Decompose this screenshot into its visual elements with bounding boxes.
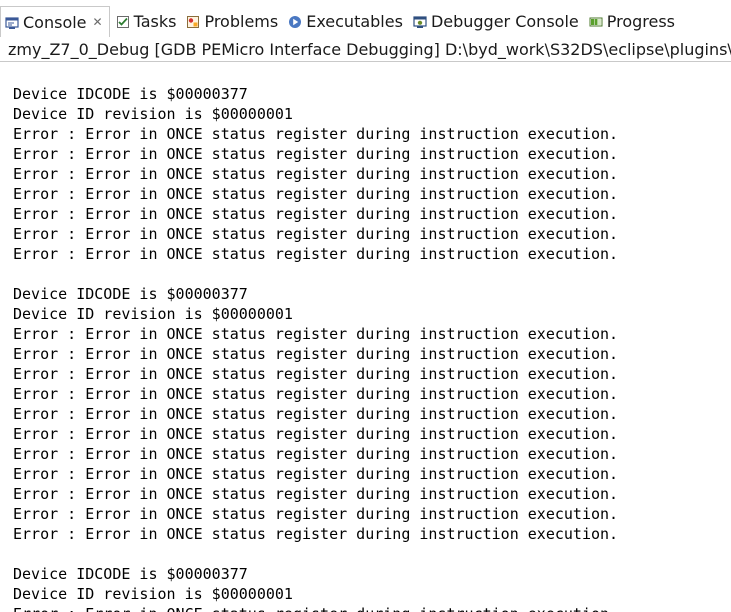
- console-line: Device IDCODE is $00000377: [13, 565, 248, 583]
- tab-label: Console: [23, 12, 87, 32]
- console-line: Error : Error in ONCE status register du…: [13, 385, 619, 403]
- console-line: Error : Error in ONCE status register du…: [13, 165, 619, 183]
- close-icon[interactable]: ✕: [93, 15, 103, 29]
- tab-progress[interactable]: Progress: [589, 6, 681, 36]
- tab-tasks[interactable]: Tasks: [116, 6, 183, 36]
- problems-icon: [186, 14, 200, 28]
- console-line: Error : Error in ONCE status register du…: [13, 345, 619, 363]
- tab-label: Debugger Console: [430, 11, 579, 31]
- console-line: Error : Error in ONCE status register du…: [13, 425, 619, 443]
- tab-console[interactable]: Console ✕: [0, 6, 110, 37]
- tab-debugger-console[interactable]: Debugger Console: [413, 6, 585, 36]
- tab-label: Problems: [204, 11, 279, 31]
- console-line: Device ID revision is $00000001: [13, 105, 293, 123]
- tab-problems[interactable]: Problems: [186, 6, 284, 36]
- console-line: Error : Error in ONCE status register du…: [13, 485, 619, 503]
- console-line: Error : Error in ONCE status register du…: [13, 205, 619, 223]
- tab-executables[interactable]: Executables: [288, 6, 409, 36]
- console-line: Error : Error in ONCE status register du…: [13, 365, 619, 383]
- console-line: Error : Error in ONCE status register du…: [13, 445, 619, 463]
- console-icon: [5, 15, 19, 29]
- console-line: Error : Error in ONCE status register du…: [13, 185, 619, 203]
- console-line: Error : Error in ONCE status register du…: [13, 325, 619, 343]
- tab-label: Executables: [306, 11, 403, 31]
- console-line: Error : Error in ONCE status register du…: [13, 145, 619, 163]
- console-line: Error : Error in ONCE status register du…: [13, 465, 619, 483]
- console-output[interactable]: Device IDCODE is $00000377 Device ID revi…: [0, 62, 731, 612]
- console-line: Device ID revision is $00000001: [13, 585, 293, 603]
- console-line: Error : Error in ONCE status register du…: [13, 405, 619, 423]
- view-tab-bar: Console ✕ Tasks Problems Executables Deb…: [0, 0, 731, 38]
- console-line: Error : Error in ONCE status register du…: [13, 225, 619, 243]
- console-line: Error : Error in ONCE status register du…: [13, 525, 619, 543]
- console-line: Error : Error in ONCE status register du…: [13, 604, 731, 612]
- tab-label: Tasks: [133, 11, 177, 31]
- progress-icon: [589, 14, 603, 28]
- executables-icon: [288, 14, 302, 28]
- console-line: Error : Error in ONCE status register du…: [13, 245, 619, 263]
- tab-label: Progress: [606, 11, 676, 31]
- console-line: Device IDCODE is $00000377: [13, 285, 248, 303]
- tasks-icon: [116, 14, 130, 28]
- session-title: zmy_Z7_0_Debug [GDB PEMicro Interface De…: [0, 38, 731, 62]
- console-line: Device IDCODE is $00000377: [13, 85, 248, 103]
- console-line: Device ID revision is $00000001: [13, 305, 293, 323]
- debugger-console-icon: [413, 14, 427, 28]
- console-line: Error : Error in ONCE status register du…: [13, 125, 619, 143]
- console-line: Error : Error in ONCE status register du…: [13, 505, 619, 523]
